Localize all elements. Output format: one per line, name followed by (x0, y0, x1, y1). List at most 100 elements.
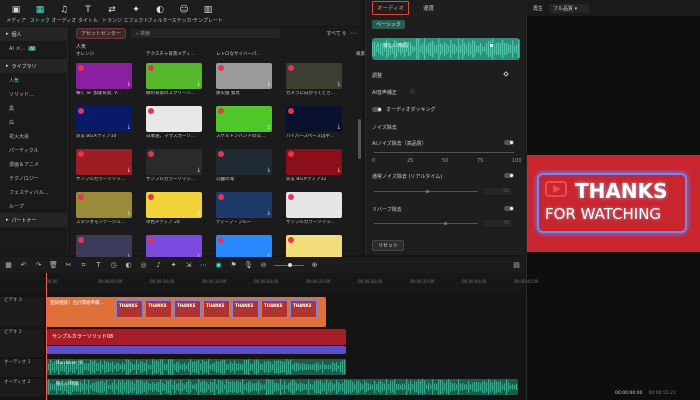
quality-dropdown[interactable]: フル品質 ▾ (549, 3, 590, 13)
favorite-icon[interactable] (148, 151, 154, 157)
reset-button[interactable]: リセット (372, 240, 405, 251)
favorite-icon[interactable] (78, 237, 84, 243)
ducking-toggle[interactable] (372, 107, 382, 112)
favorite-icon[interactable] (78, 194, 84, 200)
media-tile[interactable]: ⤓ ハイパースペースは宇... (286, 106, 342, 140)
sidebar-item-5[interactable]: 黒 (0, 101, 67, 115)
normal-noise-toggle[interactable] (504, 173, 514, 178)
download-icon[interactable]: ⤓ (268, 81, 270, 87)
download-icon[interactable]: ⤓ (128, 210, 130, 216)
delete-icon[interactable]: 🗑 (49, 261, 58, 269)
sidebar-item-1[interactable]: AI メ... AI (0, 41, 67, 55)
sidebar-item-10[interactable]: テクノロジー (0, 171, 67, 185)
split-icon[interactable]: ✂ (64, 261, 73, 269)
media-tile[interactable]: ⤓ 防火服 緊急 (216, 63, 272, 97)
download-icon[interactable]: ⤓ (268, 210, 270, 216)
media-tile[interactable]: ⤓ スタジオモンテージュ... (76, 192, 132, 226)
toolbar-item-template[interactable]: ▥ テンプレート (193, 2, 223, 26)
toolbar-item-audio[interactable]: ♫ オーディオ (52, 2, 77, 26)
reverb-slider[interactable] (374, 223, 478, 224)
narration-audio-clip[interactable]: Narration_0... (46, 359, 346, 375)
render-icon[interactable]: ◉ (214, 261, 223, 269)
sidebar-item-12[interactable]: ループ (0, 199, 67, 213)
thanks-clip[interactable]: THANKS (203, 300, 230, 318)
favorite-icon[interactable] (218, 194, 224, 200)
download-icon[interactable]: ⤓ (268, 124, 270, 130)
playhead[interactable] (46, 273, 47, 400)
favorite-icon[interactable] (288, 194, 294, 200)
mask-icon[interactable]: ◎ (139, 261, 148, 269)
sidebar-item-8[interactable]: パーティクル (0, 143, 67, 157)
favorite-icon[interactable] (78, 108, 84, 114)
media-tile[interactable]: ⤓ サンプルカラーソリッ... (286, 192, 342, 226)
basic-button[interactable]: ベーシック (372, 20, 405, 29)
media-tile[interactable]: ⤓ カメラに向かってとき... (286, 63, 342, 97)
toolbar-item-filter[interactable]: ◐ フィルター (148, 2, 173, 26)
sidebar-item-7[interactable]: 花火大会 (0, 129, 67, 143)
toolbar-item-title[interactable]: T タイトル (76, 2, 100, 26)
toolbar-item-stock[interactable]: ▦ ストック (28, 2, 52, 26)
download-icon[interactable]: ⤓ (198, 124, 200, 130)
detach-icon[interactable]: ⇲ (184, 261, 193, 269)
redo-icon[interactable]: ↷ (34, 261, 43, 269)
reverb-handle[interactable] (444, 222, 447, 225)
text-icon[interactable]: T (94, 261, 103, 269)
asset-center-button[interactable]: アセットセンター (76, 27, 126, 39)
audio-tool-icon[interactable]: ♪ (154, 261, 163, 269)
zoom-in-icon[interactable]: ⊕ (310, 261, 319, 269)
sidebar-item-9[interactable]: 漫画＆アニメ (0, 157, 67, 171)
grid-icon[interactable]: ▤ (512, 261, 521, 269)
tab-audio[interactable]: オーディオ (372, 1, 410, 15)
download-icon[interactable]: ⤓ (338, 124, 340, 130)
mic-icon[interactable]: 🎙 (244, 261, 253, 269)
zoom-handle[interactable] (288, 262, 292, 267)
play-tab[interactable]: 再生 (533, 5, 543, 12)
favorite-icon[interactable] (148, 108, 154, 114)
favorite-icon[interactable] (218, 151, 224, 157)
toolbar-item-transition[interactable]: ⇄ トランジ (100, 2, 124, 26)
toolbar-item-media[interactable]: ▣ メディア (4, 2, 28, 26)
tab-speed[interactable]: 速度 (419, 2, 438, 14)
reverb-value[interactable]: 70 (484, 220, 512, 227)
sidebar-item-6[interactable]: 白 (0, 115, 67, 129)
media-tile[interactable]: ⤓ 公園の滝 (216, 149, 272, 183)
keyframe-icon[interactable] (503, 71, 509, 77)
speed-icon[interactable]: ◷ (109, 261, 118, 269)
download-icon[interactable]: ⤓ (128, 81, 130, 87)
layout-icon[interactable]: ▦ (4, 261, 13, 269)
media-tile[interactable]: ⤓ 炎＆ BGメディア12 (286, 149, 342, 183)
media-tile[interactable]: ⤓ スケルトンハンドの公... (216, 106, 272, 140)
media-tile[interactable]: ⤓ サンプルカラーソリッ... (146, 149, 202, 183)
download-icon[interactable]: ⤓ (198, 81, 200, 87)
search-input[interactable]: ⌕ 検索 (129, 28, 280, 38)
sidebar-item-4[interactable]: ソリッド... (0, 87, 67, 101)
download-icon[interactable]: ⤓ (338, 81, 340, 87)
download-icon[interactable]: ⤓ (338, 210, 340, 216)
crop-icon[interactable]: ⌗ (79, 261, 88, 270)
thanks-clip[interactable]: THANKS (290, 300, 317, 318)
zoom-out-icon[interactable]: ⊖ (259, 261, 268, 269)
favorite-icon[interactable] (78, 65, 84, 71)
thanks-clip[interactable]: THANKS (145, 300, 172, 318)
thanks-clip[interactable]: THANKS (174, 300, 201, 318)
favorite-icon[interactable] (218, 65, 224, 71)
more-tools-icon[interactable]: ⋯ (199, 261, 208, 269)
normal-noise-value[interactable]: 50 (484, 188, 512, 195)
download-icon[interactable]: ⤓ (338, 167, 340, 173)
toolbar-item-effect[interactable]: ✦ エフェクト (124, 2, 149, 26)
volume-handle[interactable] (490, 44, 493, 47)
favorite-icon[interactable] (148, 237, 154, 243)
thanks-clip[interactable]: THANKS (116, 300, 143, 318)
download-icon[interactable]: ⤓ (128, 167, 130, 173)
media-tile[interactable]: ⤓ 単色メディア 24 (146, 192, 202, 226)
zoom-slider[interactable] (274, 262, 304, 267)
media-tile[interactable]: ⤓ 炎＆ BGメディア10 (76, 106, 132, 140)
download-icon[interactable]: ⤓ (198, 210, 200, 216)
favorite-icon[interactable] (218, 237, 224, 243)
ai-tool-icon[interactable]: ✦ (169, 261, 178, 269)
favorite-icon[interactable] (218, 108, 224, 114)
normal-noise-handle[interactable] (426, 190, 429, 193)
favorite-icon[interactable] (78, 151, 84, 157)
favorite-icon[interactable] (288, 151, 294, 157)
media-tile[interactable]: ⤓ サンプルカラーソリッ... (76, 149, 132, 183)
